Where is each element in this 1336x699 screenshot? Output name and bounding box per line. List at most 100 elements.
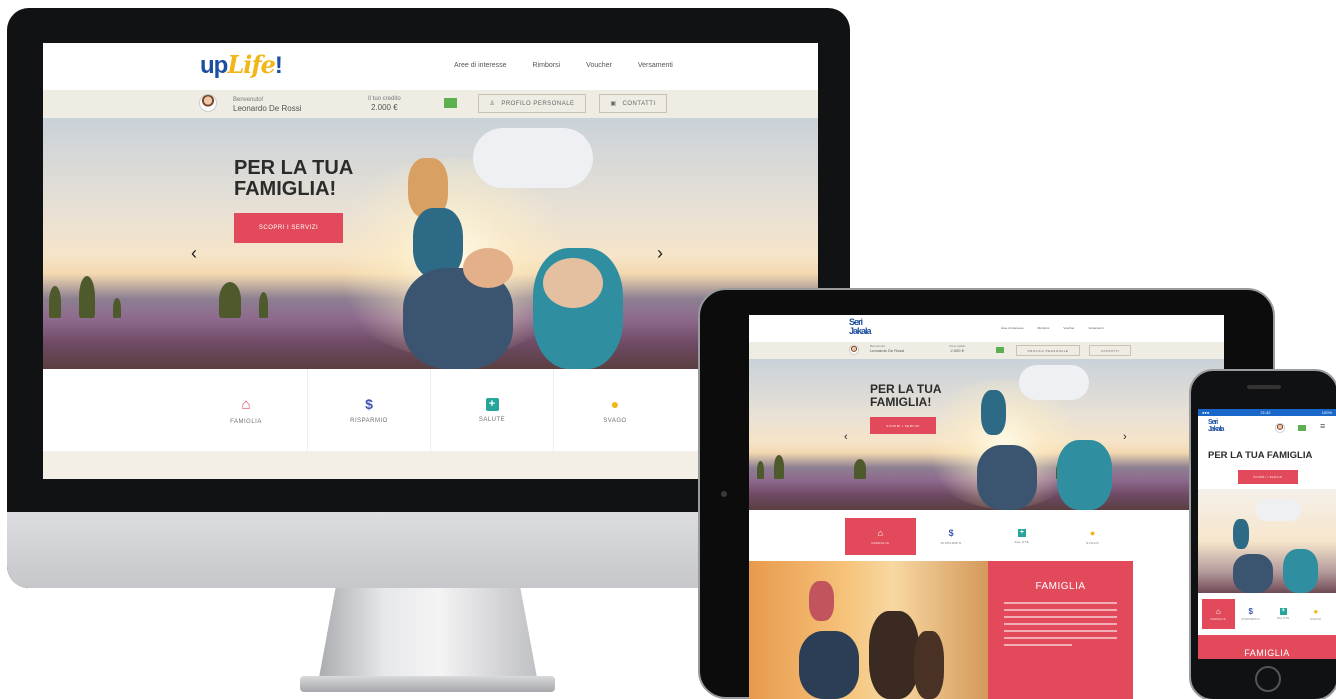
contacts-button-label: CONTATTI: [622, 100, 656, 107]
category-label: FAMIGLIA: [1210, 618, 1227, 621]
famiglia-panel: FAMIGLIA: [988, 561, 1133, 699]
tablet-site: Seri Jakala Aree di interesse Rimborsi V…: [749, 315, 1224, 699]
category-svago[interactable]: ● SVAGO: [554, 369, 676, 451]
category-risparmio[interactable]: $ RISPARMIO: [308, 369, 431, 451]
cta-button[interactable]: SCOPRI I SERVIZI: [234, 213, 343, 243]
plus-icon: +: [1017, 529, 1026, 537]
category-risparmio[interactable]: $ RISPARMIO: [916, 518, 987, 555]
profile-button[interactable]: ♙ PROFILO PERSONALE: [478, 94, 586, 113]
tablet-hero-title: PER LA TUA FAMIGLIA!: [870, 383, 942, 408]
category-label: SALUTE: [1276, 617, 1290, 620]
tablet-user-bar: Benvenuto! Leonardo De Rossi Il tuo cred…: [749, 342, 1224, 359]
family-photo: [969, 365, 1129, 510]
flag-icon[interactable]: [444, 98, 457, 108]
menu-item-rimborsi[interactable]: Rimborsi: [533, 62, 561, 69]
user-name: Leonardo De Rossi: [233, 104, 302, 114]
tablet-cta-button[interactable]: SCOPRI I SERVIZI: [870, 417, 936, 434]
avatar[interactable]: [849, 345, 859, 355]
imac-stand: [318, 588, 538, 683]
top-nav: upLife! Aree di interesse Rimborsi Vouch…: [43, 43, 818, 90]
menu-item-voucher[interactable]: Voucher: [1063, 326, 1074, 330]
mobile-cta-button[interactable]: SCOPRI I SERVIZI: [1238, 470, 1298, 484]
logo-bang-text: !: [274, 52, 283, 79]
flag-icon[interactable]: [1298, 425, 1306, 431]
profile-button-label: PROFILO PERSONALE: [1027, 348, 1069, 353]
family-photo: [1228, 499, 1328, 593]
device-mockup-scene: upLife! Aree di interesse Rimborsi Vouch…: [0, 0, 1336, 699]
phone-speaker: [1247, 385, 1281, 389]
mobile-site: ●●● 21:32 100% Seri Jakala ≡ PER LA TUA …: [1198, 409, 1336, 659]
category-famiglia[interactable]: ⌂ FAMIGLIA: [845, 518, 916, 555]
menu-item-aree[interactable]: Aree di interesse: [454, 62, 507, 69]
tablet-profile-button[interactable]: PROFILO PERSONALE: [1016, 345, 1080, 356]
logo-up-text: up: [200, 52, 228, 79]
category-salute[interactable]: + SALUTE: [431, 369, 554, 451]
hero-title-line1: PER LA TUA: [234, 157, 354, 179]
uplife-logo[interactable]: upLife!: [200, 50, 283, 80]
credit-value: 2.000 €: [950, 347, 964, 353]
plus-icon: +: [485, 397, 499, 411]
carousel-prev-icon[interactable]: ‹: [844, 431, 848, 443]
home-icon: ⌂: [241, 395, 251, 413]
category-salute[interactable]: + SALUTE: [987, 518, 1058, 555]
mobile-category-bar: ⌂ FAMIGLIA $ RISPARMIO + SALUTE ● SVAGO: [1198, 595, 1336, 633]
user-bar: Benvenuto! Leonardo De Rossi Il tuo cred…: [43, 90, 818, 118]
palette-icon: ●: [1313, 607, 1319, 616]
menu-item-aree[interactable]: Aree di interesse: [1001, 326, 1024, 330]
category-svago[interactable]: ● SVAGO: [1057, 518, 1128, 555]
profile-button-label: PROFILO PERSONALE: [501, 100, 575, 107]
avatar[interactable]: [1275, 423, 1285, 433]
category-svago[interactable]: ● SVAGO: [1300, 599, 1333, 629]
category-label: RISPARMIO: [350, 418, 388, 424]
category-label: FAMIGLIA: [871, 541, 890, 545]
menu-item-versamenti[interactable]: Versamenti: [638, 62, 673, 69]
logo-jakala-text: Jakala: [849, 326, 872, 336]
tablet-user-greeting: Benvenuto! Leonardo De Rossi: [870, 344, 904, 353]
category-famiglia[interactable]: ⌂ FAMIGLIA: [185, 369, 308, 451]
palette-icon: ●: [610, 396, 620, 412]
book-icon: ▣: [610, 101, 617, 107]
flag-icon[interactable]: [996, 347, 1004, 353]
famiglia-text-lines: [1004, 602, 1117, 646]
category-risparmio[interactable]: $ RISPARMIO: [1235, 599, 1268, 629]
tablet-contacts-button[interactable]: CONTATTI: [1089, 345, 1131, 356]
category-label: RISPARMIO: [940, 541, 962, 545]
menu-item-voucher[interactable]: Voucher: [586, 62, 612, 69]
dollar-icon: $: [1248, 607, 1253, 616]
carousel-next-icon[interactable]: ›: [657, 243, 663, 264]
category-famiglia[interactable]: ⌂ FAMIGLIA: [1202, 599, 1235, 629]
carousel-next-icon[interactable]: ›: [1123, 431, 1127, 443]
famiglia-title: FAMIGLIA: [1035, 581, 1086, 592]
dollar-icon: $: [365, 396, 373, 412]
hero-title-line2: FAMIGLIA!: [234, 178, 337, 200]
contacts-button[interactable]: ▣ CONTATTI: [599, 94, 667, 113]
tablet-category-bar: ⌂ FAMIGLIA $ RISPARMIO + SALUTE ● SVAGO: [749, 510, 1224, 561]
category-label: SVAGO: [603, 418, 627, 424]
credit-box: Il tuo credito 2.000 €: [368, 96, 401, 113]
category-label: RISPARMIO: [1241, 618, 1260, 621]
avatar[interactable]: [199, 94, 217, 112]
dollar-icon: $: [948, 528, 954, 538]
seri-jakala-logo[interactable]: Seri Jakala: [1208, 419, 1224, 433]
logo-seri-text: Seri: [1208, 419, 1218, 426]
menu-item-versamenti[interactable]: Versamenti: [1088, 326, 1103, 330]
seri-jakala-logo[interactable]: Seri Jakala: [849, 318, 872, 336]
hero-title-line1: PER LA TUA: [870, 382, 942, 396]
mobile-hero-image: [1198, 489, 1336, 593]
greeting-text: Benvenuto!: [233, 97, 264, 103]
menu-item-rimborsi[interactable]: Rimborsi: [1038, 326, 1050, 330]
category-salute[interactable]: + SALUTE: [1267, 599, 1300, 629]
mobile-top-nav: Seri Jakala ≡: [1198, 416, 1336, 442]
tablet-main-menu: Aree di interesse Rimborsi Voucher Versa…: [1001, 326, 1103, 330]
phone-home-button[interactable]: [1255, 666, 1281, 692]
hero-title-line2: FAMIGLIA!: [870, 394, 932, 409]
hamburger-menu-icon[interactable]: ≡: [1320, 421, 1325, 431]
status-battery: 100%: [1321, 410, 1332, 415]
tablet-top-nav: Seri Jakala Aree di interesse Rimborsi V…: [749, 315, 1224, 342]
status-time: 21:32: [1260, 410, 1271, 415]
mobile-hero-title: PER LA TUA FAMIGLIA: [1208, 450, 1313, 461]
home-icon: ⌂: [1215, 607, 1221, 616]
carousel-prev-icon[interactable]: ‹: [191, 243, 197, 264]
mobile-famiglia-panel: FAMIGLIA: [1198, 635, 1336, 659]
famiglia-photo: [749, 561, 989, 699]
